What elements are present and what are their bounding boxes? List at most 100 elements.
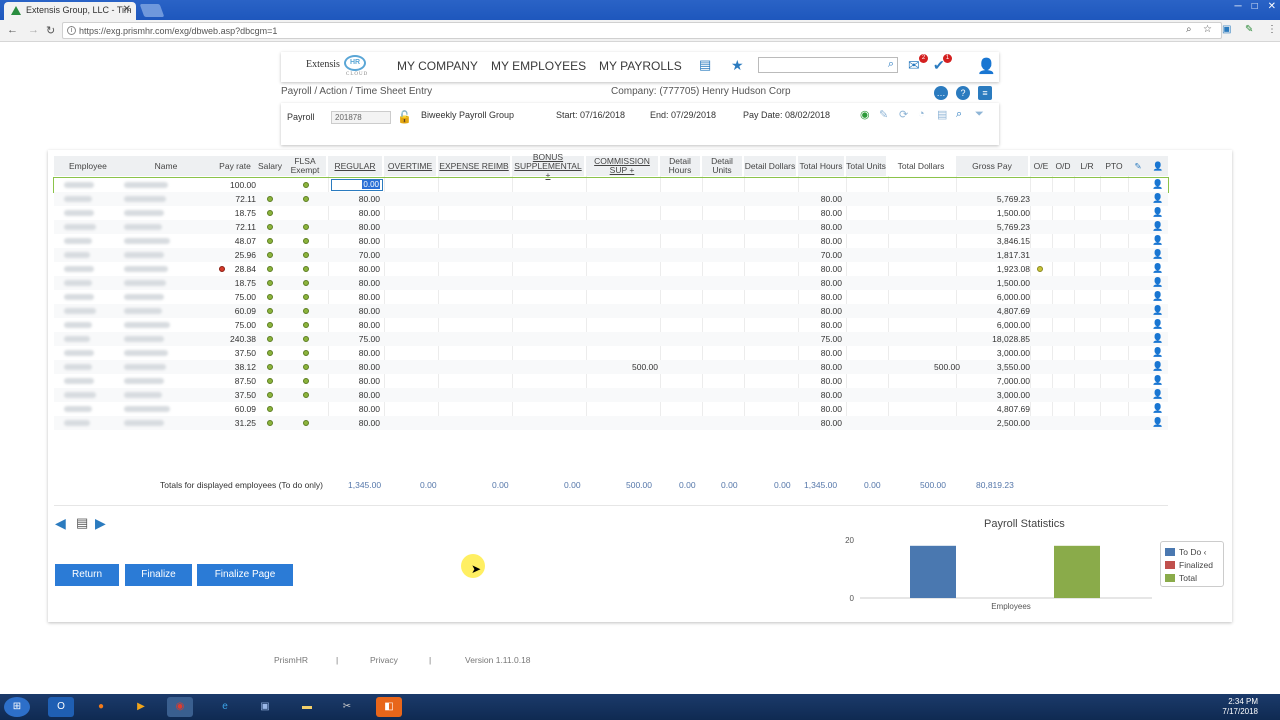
- employee-profile-icon[interactable]: 👤: [1152, 389, 1163, 400]
- regular-hours-cell[interactable]: 80.00: [330, 220, 380, 234]
- legend-item-todo[interactable]: To Do ‹: [1165, 545, 1219, 558]
- extension-icon[interactable]: ▣: [1222, 24, 1231, 35]
- col-oe[interactable]: O/E: [1030, 156, 1052, 176]
- col-expense-reimb[interactable]: EXPENSE REIMB: [438, 156, 510, 176]
- regular-hours-cell[interactable]: 75.00: [330, 332, 380, 346]
- table-row[interactable]: 75.00 80.00 80.00 6,000.00 👤: [54, 318, 1168, 332]
- table-row[interactable]: 37.50 80.00 80.00 3,000.00 👤: [54, 346, 1168, 360]
- regular-hours-cell[interactable]: 80.00: [330, 416, 380, 430]
- col-pay-rate[interactable]: Pay rate: [214, 156, 256, 176]
- chat-icon[interactable]: …: [934, 86, 948, 100]
- employee-profile-icon[interactable]: 👤: [1152, 403, 1163, 414]
- table-row[interactable]: 240.38 75.00 75.00 18,028.85 👤: [54, 332, 1168, 346]
- employee-profile-icon[interactable]: 👤: [1152, 375, 1163, 386]
- commission-cell[interactable]: [588, 178, 658, 192]
- firefox-icon[interactable]: ●: [88, 697, 114, 717]
- bookmark-star-icon[interactable]: ☆: [1203, 24, 1212, 35]
- back-icon[interactable]: ←: [7, 24, 18, 36]
- tab-close-icon[interactable]: ✕: [123, 4, 131, 15]
- chart-icon[interactable]: ◔: [918, 108, 925, 120]
- commission-cell[interactable]: [588, 220, 658, 234]
- forward-icon[interactable]: →: [28, 24, 39, 36]
- refresh-icon[interactable]: ⟳: [899, 108, 908, 121]
- regular-hours-cell[interactable]: 80.00: [330, 290, 380, 304]
- ie-icon[interactable]: e: [212, 697, 238, 717]
- col-total-hours[interactable]: Total Hours: [798, 156, 844, 176]
- table-row[interactable]: 87.50 80.00 80.00 7,000.00 👤: [54, 374, 1168, 388]
- previous-page-icon[interactable]: ◀: [55, 515, 66, 532]
- maximize-icon[interactable]: □: [1252, 1, 1258, 12]
- browser-menu-icon[interactable]: ⋮: [1267, 24, 1277, 35]
- employee-profile-icon[interactable]: 👤: [1152, 291, 1163, 302]
- extension2-icon[interactable]: ✎: [1245, 24, 1253, 35]
- commission-cell[interactable]: [588, 206, 658, 220]
- regular-hours-cell[interactable]: 80.00: [330, 318, 380, 332]
- col-lr[interactable]: L/R: [1074, 156, 1100, 176]
- table-row[interactable]: 18.75 80.00 80.00 1,500.00 👤: [54, 276, 1168, 290]
- commission-cell[interactable]: [588, 262, 658, 276]
- commission-cell[interactable]: [588, 304, 658, 318]
- regular-hours-cell[interactable]: 80.00: [330, 206, 380, 220]
- employee-profile-icon[interactable]: 👤: [1152, 347, 1163, 358]
- regular-hours-cell[interactable]: 80.00: [330, 262, 380, 276]
- regular-hours-cell[interactable]: 80.00: [330, 234, 380, 248]
- col-detail-hours[interactable]: Detail Hours: [660, 156, 700, 176]
- regular-hours-cell[interactable]: 70.00: [330, 248, 380, 262]
- app-search-input[interactable]: ⌕: [758, 57, 898, 73]
- table-row[interactable]: 28.84 80.00 80.00 1,923.08 👤: [54, 262, 1168, 276]
- employee-profile-icon[interactable]: 👤: [1152, 235, 1163, 246]
- finalize-button[interactable]: Finalize: [125, 564, 192, 586]
- legend-item-finalized[interactable]: Finalized: [1165, 558, 1219, 571]
- table-row[interactable]: 100.00 0.00 👤: [53, 177, 1169, 193]
- view-eye-icon[interactable]: ◉: [860, 108, 870, 121]
- col-overtime[interactable]: OVERTIME: [384, 156, 436, 176]
- table-row[interactable]: 75.00 80.00 80.00 6,000.00 👤: [54, 290, 1168, 304]
- regular-hours-cell[interactable]: 80.00: [330, 276, 380, 290]
- page-list-icon[interactable]: ▤: [76, 515, 88, 531]
- footer-privacy-link[interactable]: Privacy: [370, 655, 398, 665]
- col-total-dollars[interactable]: Total Dollars: [888, 156, 954, 176]
- commission-cell[interactable]: [588, 388, 658, 402]
- payroll-number-field[interactable]: [331, 111, 391, 124]
- table-row[interactable]: 60.09 80.00 80.00 4,807.69 👤: [54, 304, 1168, 318]
- employee-profile-icon[interactable]: 👤: [1152, 193, 1163, 204]
- new-tab-button[interactable]: [139, 4, 165, 17]
- next-page-icon[interactable]: ▶: [95, 515, 106, 532]
- minimize-icon[interactable]: ─: [1234, 1, 1241, 12]
- employee-profile-icon[interactable]: 👤: [1152, 361, 1163, 372]
- document-icon[interactable]: ▤: [699, 57, 711, 73]
- table-row[interactable]: 72.11 80.00 80.00 5,769.23 👤: [54, 192, 1168, 206]
- col-employee[interactable]: Employee: [58, 156, 118, 176]
- regular-hours-cell[interactable]: 80.00: [330, 304, 380, 318]
- search-records-icon[interactable]: ⌕: [956, 108, 962, 121]
- mail-icon[interactable]: ✉: [908, 57, 920, 74]
- help-icon[interactable]: ?: [956, 86, 970, 100]
- col-notes-icon[interactable]: ✎: [1128, 156, 1148, 176]
- unlock-icon[interactable]: 🔓: [397, 110, 412, 124]
- employee-profile-icon[interactable]: 👤: [1152, 319, 1163, 330]
- commission-cell[interactable]: [588, 192, 658, 206]
- col-detail-dollars[interactable]: Detail Dollars: [744, 156, 796, 176]
- regular-hours-input[interactable]: 0.00: [331, 179, 383, 191]
- nav-my-company[interactable]: MY COMPANY: [397, 59, 478, 73]
- commission-cell[interactable]: [588, 248, 658, 262]
- commission-cell[interactable]: [588, 290, 658, 304]
- commission-cell[interactable]: [588, 276, 658, 290]
- commission-cell[interactable]: [588, 374, 658, 388]
- employee-profile-icon[interactable]: 👤: [1152, 263, 1163, 274]
- report-icon[interactable]: ▤: [937, 108, 947, 121]
- file-explorer-icon[interactable]: ▬: [294, 697, 320, 717]
- close-window-icon[interactable]: ✕: [1268, 1, 1276, 12]
- commission-cell[interactable]: [588, 234, 658, 248]
- outlook-icon[interactable]: O: [48, 697, 74, 717]
- commission-cell[interactable]: 500.00: [588, 360, 658, 374]
- employee-profile-icon[interactable]: 👤: [1152, 333, 1163, 344]
- table-row[interactable]: 31.25 80.00 80.00 2,500.00 👤: [54, 416, 1168, 430]
- employee-profile-icon[interactable]: 👤: [1152, 179, 1163, 190]
- system-clock[interactable]: 2:34 PM 7/17/2018: [1222, 697, 1258, 717]
- col-total-units[interactable]: Total Units: [846, 156, 886, 176]
- col-od[interactable]: O/D: [1052, 156, 1074, 176]
- start-button-icon[interactable]: ⊞: [4, 697, 30, 717]
- table-row[interactable]: 37.50 80.00 80.00 3,000.00 👤: [54, 388, 1168, 402]
- col-salary[interactable]: Salary: [256, 156, 284, 176]
